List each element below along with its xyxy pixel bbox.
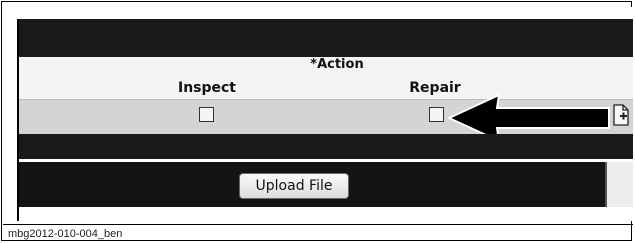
section-bar — [19, 134, 633, 159]
repair-checkbox[interactable] — [429, 107, 444, 122]
inspect-checkbox[interactable] — [199, 107, 214, 122]
attach-document-icon[interactable] — [611, 104, 631, 126]
caption-divider — [3, 224, 633, 225]
figure-caption: mbg2012-010-004_ben — [8, 228, 123, 240]
action-column-header: *Action — [310, 57, 364, 72]
header-bar — [17, 19, 633, 57]
inspect-column-header: Inspect — [177, 80, 237, 96]
upload-file-button[interactable]: Upload File — [239, 173, 349, 199]
upload-bar-edge — [605, 162, 633, 207]
screenshot-region: *Action Inspect Repair Upload File — [17, 7, 633, 221]
figure-frame: *Action Inspect Repair Upload File mbg20… — [1, 1, 633, 241]
